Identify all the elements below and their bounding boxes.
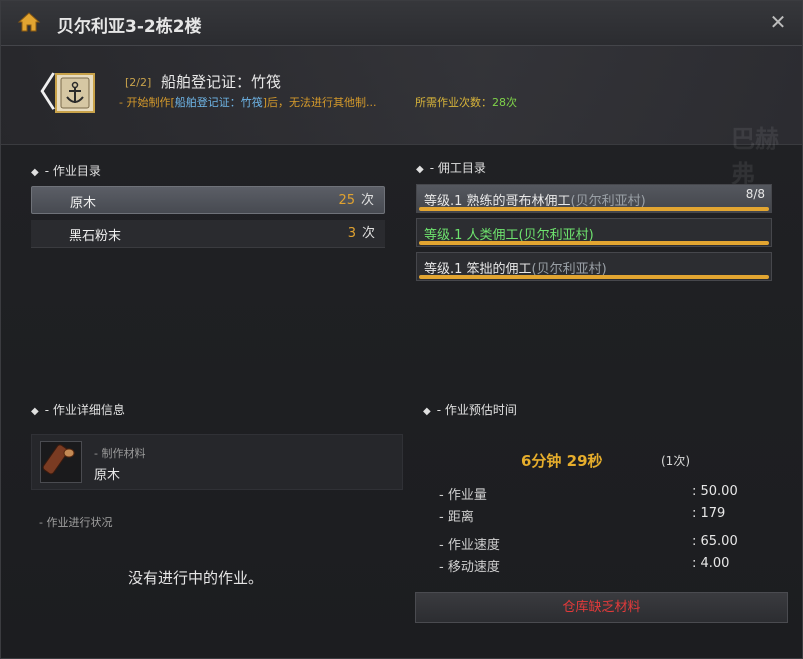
work-detail-title: ◆ - 作业详细信息	[31, 403, 125, 417]
anchor-icon	[55, 73, 95, 113]
material-label: - 制作材料	[94, 447, 146, 460]
stamina-bar	[419, 275, 769, 279]
required-count: 所需作业次数：28次	[415, 96, 517, 109]
worker-item-clumsy[interactable]: 等级.1 笨拙的佣工(贝尔利亚村)	[416, 252, 772, 281]
work-status-label: - 作业进行状况	[39, 516, 113, 529]
material-name: 原木	[94, 468, 121, 483]
window-title: 贝尔利亚3-2栋2楼	[57, 17, 202, 37]
estimated-time: 6分钟 29秒	[521, 452, 603, 470]
craft-step: [2/2]	[125, 76, 152, 89]
log-icon	[40, 441, 82, 483]
stat-label-work-speed: - 作业速度	[439, 538, 500, 553]
stat-label-distance: - 距离	[439, 510, 474, 525]
estimate-count: (1次)	[661, 454, 690, 468]
home-icon	[17, 12, 41, 32]
insufficient-materials-button[interactable]: 仓库缺乏材料	[415, 592, 788, 623]
worker-item-goblin[interactable]: 等级.1 熟练的哥布林佣工(贝尔利亚村) 8/8	[416, 184, 772, 213]
no-work-message: 没有进行中的作业。	[128, 569, 264, 587]
estimate-title: ◆ - 作业预估时间	[423, 403, 517, 417]
craft-warning: - 开始制作[船舶登记证：竹筏]后，无法进行其他制...	[119, 96, 377, 109]
work-list-title: ◆ - 作业目录	[31, 164, 101, 178]
back-arrow-icon[interactable]: 〈	[17, 71, 57, 119]
title-bar[interactable]: 贝尔利亚3-2栋2楼 ✕	[1, 1, 802, 46]
background-watermark: 巴赫弗	[731, 125, 779, 188]
stat-value-distance: : 179	[692, 506, 726, 521]
worker-list-title: ◆ - 佣工目录	[416, 161, 486, 175]
stat-value-workload: : 50.00	[692, 484, 738, 499]
craft-name: 船舶登记证：竹筏	[161, 73, 282, 91]
close-button[interactable]: ✕	[768, 12, 788, 32]
stat-value-move-speed: : 4.00	[692, 556, 730, 571]
stamina-bar	[419, 241, 769, 245]
workshop-window: 贝尔利亚3-2栋2楼 ✕ 〈 [2/2] 船舶登记证：竹筏 - 开始制作[船舶登…	[0, 0, 803, 659]
material-box: - 制作材料 原木	[31, 434, 403, 490]
stat-value-work-speed: : 65.00	[692, 534, 738, 549]
worker-item-human[interactable]: 等级.1 人类佣工(贝尔利亚村)	[416, 218, 772, 247]
work-item-blackstone-powder[interactable]: 黑石粉末 3次	[31, 220, 385, 248]
work-item-log[interactable]: 原木 25 次	[31, 186, 385, 214]
stat-label-workload: - 作业量	[439, 488, 487, 503]
stamina-bar	[419, 207, 769, 211]
stat-label-move-speed: - 移动速度	[439, 560, 500, 575]
